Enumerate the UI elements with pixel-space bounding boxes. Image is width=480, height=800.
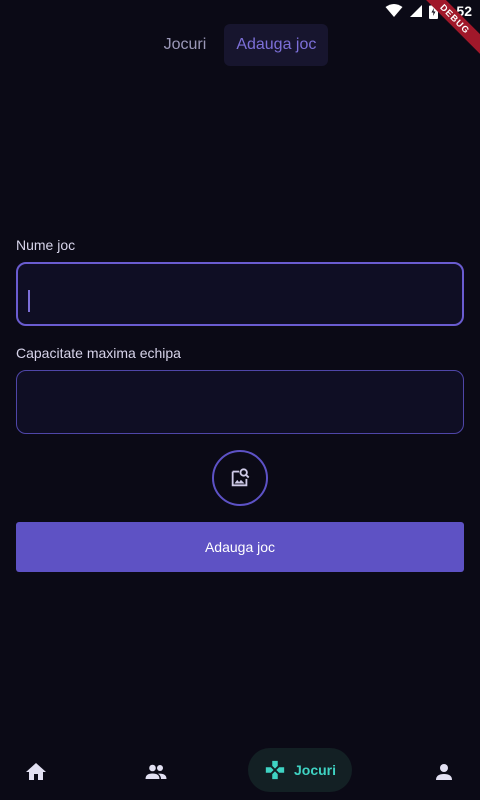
game-name-label: Nume joc xyxy=(16,237,76,253)
image-picker-button[interactable] xyxy=(212,450,268,506)
add-game-form: Nume joc Capacitate maxima echipa Adauga… xyxy=(16,236,464,572)
tab-adauga-joc[interactable]: Adauga joc xyxy=(224,24,329,66)
people-icon xyxy=(145,764,167,779)
nav-jocuri[interactable]: Jocuri xyxy=(248,748,352,792)
status-time: 9:52 xyxy=(443,3,472,19)
battery-icon xyxy=(428,3,438,19)
add-game-button[interactable]: Adauga joc xyxy=(16,522,464,572)
nav-people[interactable] xyxy=(144,760,168,784)
status-icons: 9:52 xyxy=(385,3,472,19)
status-bar: 9:52 DEBUG xyxy=(0,0,480,63)
game-name-input[interactable] xyxy=(16,262,464,326)
team-capacity-field-wrap xyxy=(16,370,464,434)
home-icon xyxy=(26,763,46,780)
gamepad-icon xyxy=(265,760,285,780)
top-tabs: Jocuri Adauga joc xyxy=(0,24,480,66)
game-name-field-wrap xyxy=(16,262,464,326)
nav-profile[interactable] xyxy=(432,760,456,784)
text-cursor xyxy=(28,290,30,312)
image-search-icon xyxy=(231,468,250,487)
team-capacity-label: Capacitate maxima echipa xyxy=(16,345,181,361)
bottom-nav: Jocuri xyxy=(0,744,480,800)
team-capacity-input[interactable] xyxy=(16,370,464,434)
signal-icon xyxy=(409,5,422,17)
wifi-icon xyxy=(385,4,403,17)
app-screen: 9:52 DEBUG Jocuri Adauga joc Nume joc Ca… xyxy=(0,0,480,800)
person-icon xyxy=(436,764,452,780)
nav-jocuri-label: Jocuri xyxy=(293,762,336,778)
nav-home[interactable] xyxy=(24,760,48,784)
tab-jocuri[interactable]: Jocuri xyxy=(152,24,219,66)
